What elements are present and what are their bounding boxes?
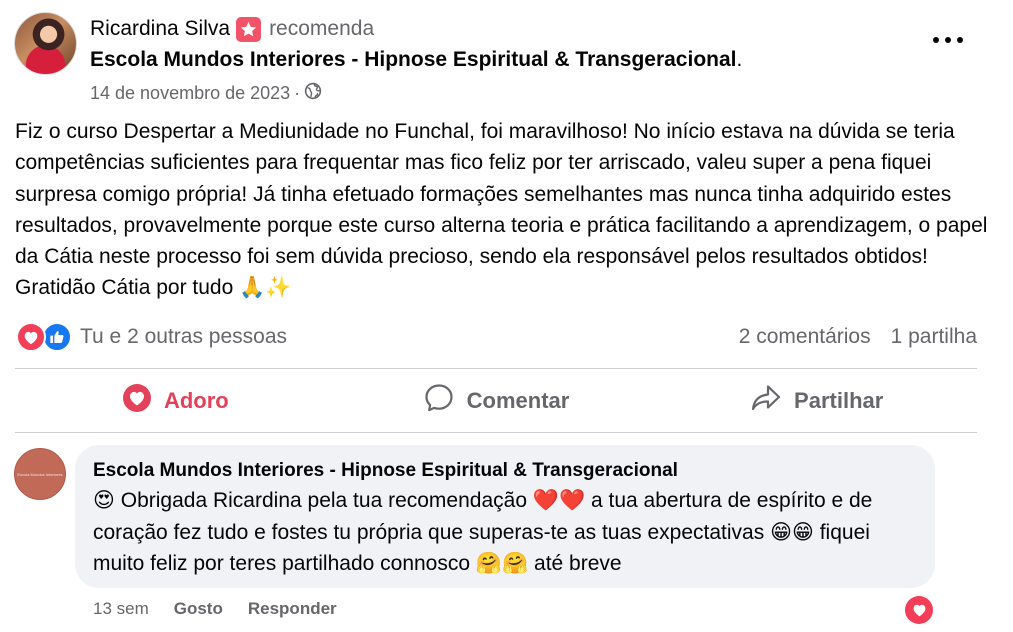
post-text: Fiz o curso Despertar a Mediunidade no F… bbox=[15, 120, 988, 300]
author-name[interactable]: Ricardina Silva bbox=[90, 17, 230, 41]
recommend-star-icon bbox=[236, 16, 262, 42]
post-meta: 14 de novembro de 2023 · bbox=[90, 78, 953, 108]
comment-avatar-logo-text: Escola Mundos Interiores bbox=[17, 471, 63, 477]
post-body: Fiz o curso Despertar a Mediunidade no F… bbox=[15, 116, 990, 304]
comment-author-name[interactable]: Escola Mundos Interiores - Hipnose Espir… bbox=[93, 459, 917, 483]
comment-time[interactable]: 13 sem bbox=[93, 599, 149, 619]
comment-button[interactable]: Comentar bbox=[336, 377, 657, 425]
meta-separator: · bbox=[294, 82, 301, 103]
comment-emoji-grin: 😁😁 bbox=[770, 520, 814, 544]
reaction-count-text[interactable]: Tu e 2 outras pessoas bbox=[80, 325, 287, 349]
shares-count[interactable]: 1 partilha bbox=[891, 325, 977, 349]
post-title-line: Ricardina Silva recomenda bbox=[90, 14, 953, 44]
action-text: recomenda bbox=[269, 17, 375, 40]
post-header: Ricardina Silva recomenda Escola Mundos … bbox=[90, 14, 953, 108]
comment-author-avatar[interactable]: Escola Mundos Interiores bbox=[14, 448, 66, 500]
globe-icon bbox=[304, 82, 322, 105]
share-button-label: Partilhar bbox=[794, 388, 884, 413]
comment-text-part1: Obrigada Ricardina pela tua recomendação bbox=[120, 489, 527, 512]
engagement-counts: 2 comentários 1 partilha bbox=[739, 325, 977, 349]
love-button-label: Adoro bbox=[163, 388, 229, 413]
comment-reply-button[interactable]: Responder bbox=[248, 599, 337, 619]
recommended-page-line: Escola Mundos Interiores - Hipnose Espir… bbox=[90, 44, 953, 76]
post-emojis: 🙏✨ bbox=[239, 276, 292, 300]
comments-count[interactable]: 2 comentários bbox=[739, 325, 871, 349]
comment-meta: 13 sem Gosto Responder bbox=[93, 596, 337, 622]
like-icon bbox=[42, 322, 72, 352]
reactions-summary: Tu e 2 outras pessoas 2 comentários 1 pa… bbox=[16, 320, 977, 354]
comment-button-label: Comentar bbox=[466, 388, 570, 413]
recommended-page-link[interactable]: Escola Mundos Interiores - Hipnose Espir… bbox=[90, 48, 737, 71]
share-button[interactable]: Partilhar bbox=[656, 377, 977, 425]
reactions-left[interactable]: Tu e 2 outras pessoas bbox=[16, 322, 287, 352]
love-icon bbox=[16, 322, 46, 352]
actions-bottom-divider bbox=[15, 432, 977, 433]
page-suffix: . bbox=[736, 48, 743, 71]
comment-like-button[interactable]: Gosto bbox=[174, 599, 223, 619]
love-button[interactable]: Adoro bbox=[15, 377, 336, 425]
actions-top-divider bbox=[15, 368, 977, 369]
love-icon[interactable] bbox=[905, 596, 933, 624]
comment-emoji-hearts: ❤️❤️ bbox=[532, 489, 586, 512]
comment-emoji-hug: 🤗🤗 bbox=[475, 552, 529, 575]
post-actions-bar: Adoro Comentar Partilhar bbox=[15, 370, 977, 432]
post-date[interactable]: 14 de novembro de 2023 bbox=[90, 83, 290, 104]
author-avatar[interactable] bbox=[14, 12, 77, 75]
share-icon bbox=[750, 383, 794, 419]
more-options-icon[interactable] bbox=[933, 30, 963, 50]
comment-text-part4: até breve bbox=[534, 552, 622, 575]
love-filled-icon bbox=[122, 383, 164, 419]
comment-bubble: Escola Mundos Interiores - Hipnose Espir… bbox=[75, 445, 935, 588]
comment-text: 😍 Obrigada Ricardina pela tua recomendaç… bbox=[93, 485, 917, 580]
comment-emoji-start: 😍 bbox=[93, 489, 115, 512]
comment-icon bbox=[423, 382, 467, 420]
